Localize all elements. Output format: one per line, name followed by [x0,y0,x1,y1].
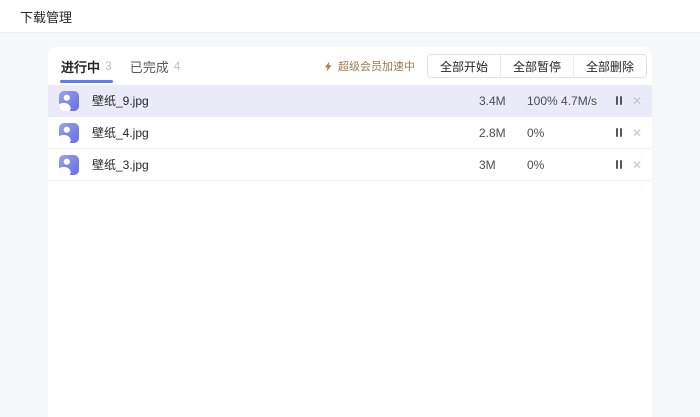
tab-label: 进行中 [61,59,101,75]
download-row[interactable]: 壁纸_9.jpg 3.4M 100% 4.7M/s ✕ [48,85,652,117]
tab-count-badge: 4 [173,59,181,73]
close-icon[interactable]: ✕ [628,92,646,110]
tab-completed[interactable]: 已完成 4 [129,47,182,85]
picture-icon [59,122,79,143]
member-acceleration-status: 超级会员加速中 [323,58,415,74]
file-progress: 100% 4.7M/s [527,93,598,108]
download-manager-card: 进行中 3 已完成 4 超级会员加速中 全部开始 全部暂停 全部删除 壁纸_9.… [48,47,652,417]
tab-label: 已完成 [129,59,169,75]
tab-bar: 进行中 3 已完成 4 [60,47,197,85]
pause-icon[interactable] [610,156,628,174]
close-glyph: ✕ [631,93,643,108]
close-glyph: ✕ [631,125,643,140]
pause-bars [616,128,622,137]
download-row[interactable]: 壁纸_4.jpg 2.8M 0% ✕ [48,117,652,149]
delete-all-button[interactable]: 全部删除 [572,55,646,77]
window-titlebar: 下载管理 [0,0,700,33]
close-icon[interactable]: ✕ [628,156,646,174]
file-size: 3M [479,157,496,172]
start-all-button[interactable]: 全部开始 [427,55,500,77]
pause-icon[interactable] [610,124,628,142]
picture-icon [59,90,79,111]
tab-in-progress[interactable]: 进行中 3 [60,47,113,85]
pause-icon[interactable] [610,92,628,110]
picture-icon [59,154,79,175]
file-progress: 0% [527,125,545,140]
member-acceleration-label: 超级会员加速中 [337,61,415,73]
file-size: 3.4M [479,93,506,108]
lightning-icon [324,60,332,72]
card-header: 进行中 3 已完成 4 超级会员加速中 全部开始 全部暂停 全部删除 [48,47,652,85]
download-row[interactable]: 壁纸_3.jpg 3M 0% ✕ [48,149,652,181]
file-progress: 0% [527,157,545,172]
close-glyph: ✕ [631,157,643,172]
pause-bars [616,96,622,105]
page-title: 下载管理 [20,9,73,25]
pause-all-button[interactable]: 全部暂停 [499,55,573,77]
bulk-actions-group: 全部开始 全部暂停 全部删除 [426,54,647,78]
file-size: 2.8M [479,125,506,140]
close-icon[interactable]: ✕ [628,124,646,142]
file-name: 壁纸_4.jpg [92,126,149,140]
tab-count-badge: 3 [105,59,112,73]
file-name: 壁纸_9.jpg [92,94,149,108]
file-name: 壁纸_3.jpg [92,158,149,172]
download-list: 壁纸_9.jpg 3.4M 100% 4.7M/s ✕ 壁纸_4.jpg 2.8… [48,85,652,181]
pause-bars [616,160,622,169]
